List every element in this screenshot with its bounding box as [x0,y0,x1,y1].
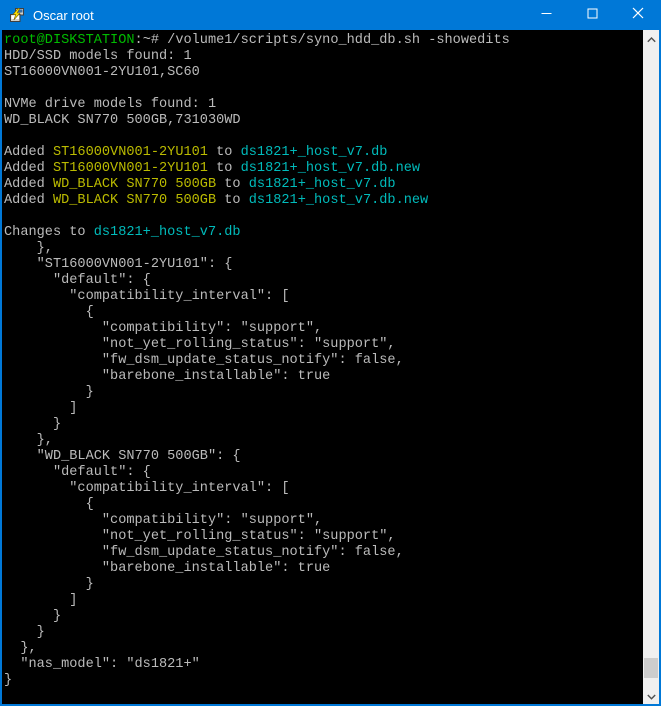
scroll-down-button[interactable] [643,687,659,704]
putty-window: Oscar root ro [0,0,661,706]
terminal-line: HDD/SSD models found: 1 [4,49,643,65]
minimize-button[interactable] [523,0,569,30]
terminal-line: }, [4,241,643,257]
terminal-line: "compatibility_interval": [ [4,289,643,305]
terminal-line: ST16000VN001-2YU101,SC60 [4,65,643,81]
terminal-line: WD_BLACK SN770 500GB,731030WD [4,113,643,129]
terminal-line: "WD_BLACK SN770 500GB": { [4,449,643,465]
chevron-down-icon [647,687,656,705]
terminal-line: Added ST16000VN001-2YU101 to ds1821+_hos… [4,145,643,161]
terminal-line: "default": { [4,465,643,481]
terminal-line [4,129,643,145]
terminal-line: "compatibility": "support", [4,513,643,529]
terminal-line: "nas_model": "ds1821+" [4,657,643,673]
window-controls [523,0,661,30]
terminal-output[interactable]: root@DISKSTATION:~# /volume1/scripts/syn… [2,30,643,704]
maximize-icon [587,6,598,24]
terminal-line [4,209,643,225]
terminal-line: }, [4,433,643,449]
terminal-line: ] [4,401,643,417]
window-title: Oscar root [33,8,94,23]
terminal-line: Added WD_BLACK SN770 500GB to ds1821+_ho… [4,177,643,193]
terminal-line: Added WD_BLACK SN770 500GB to ds1821+_ho… [4,193,643,209]
terminal-line: "default": { [4,273,643,289]
terminal-line: Changes to ds1821+_host_v7.db [4,225,643,241]
terminal-line: } [4,385,643,401]
terminal-line: "barebone_installable": true [4,561,643,577]
scroll-up-button[interactable] [643,30,659,47]
terminal-line: }, [4,641,643,657]
window-body: root@DISKSTATION:~# /volume1/scripts/syn… [2,30,659,704]
terminal-line: "not_yet_rolling_status": "support", [4,337,643,353]
terminal-line: } [4,417,643,433]
terminal-line: { [4,305,643,321]
terminal-line [4,81,643,97]
terminal-line: "ST16000VN001-2YU101": { [4,257,643,273]
terminal-line: } [4,609,643,625]
terminal-line: { [4,497,643,513]
terminal-line: "compatibility": "support", [4,321,643,337]
maximize-button[interactable] [569,0,615,30]
terminal-line: "compatibility_interval": [ [4,481,643,497]
terminal-line: } [4,577,643,593]
minimize-icon [541,6,552,24]
terminal-line: "not_yet_rolling_status": "support", [4,529,643,545]
terminal-line: root@DISKSTATION:~# /volume1/scripts/syn… [4,33,643,49]
terminal-line: } [4,625,643,641]
scrollbar[interactable] [643,30,659,704]
terminal-line: } [4,673,643,689]
terminal-line: NVMe drive models found: 1 [4,97,643,113]
close-button[interactable] [615,0,661,30]
titlebar[interactable]: Oscar root [0,0,661,30]
scrollbar-thumb[interactable] [644,658,658,678]
terminal-line: Added ST16000VN001-2YU101 to ds1821+_hos… [4,161,643,177]
terminal-line: "fw_dsm_update_status_notify": false, [4,353,643,369]
terminal-line: ] [4,593,643,609]
chevron-up-icon [647,30,656,48]
close-icon [632,6,644,24]
terminal-line: "barebone_installable": true [4,369,643,385]
terminal-line: "fw_dsm_update_status_notify": false, [4,545,643,561]
putty-icon[interactable] [9,7,25,23]
